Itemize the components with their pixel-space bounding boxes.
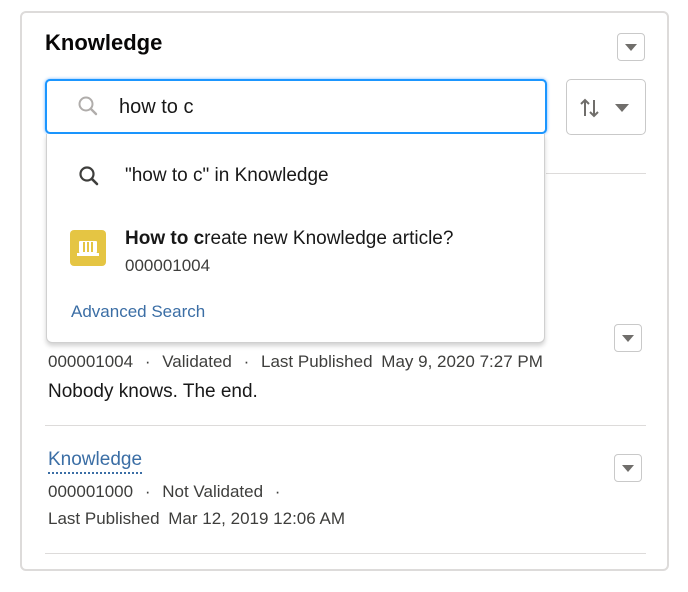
result-published: Last Published Mar 12, 2019 12:06 AM xyxy=(48,509,345,529)
search-option-label: "how to c" in Knowledge xyxy=(125,165,329,186)
result-summary: Nobody knows. The end. xyxy=(48,381,258,402)
result-status: Validated xyxy=(162,352,232,371)
result-published-label: Last Published xyxy=(48,509,160,528)
result-number: 000001004 xyxy=(48,352,134,371)
result-menu-button[interactable] xyxy=(614,324,642,352)
search-icon xyxy=(78,96,98,116)
chevron-down-icon xyxy=(615,104,629,112)
sort-button[interactable] xyxy=(566,79,646,135)
result-menu-button[interactable] xyxy=(614,454,642,482)
separator: · xyxy=(144,482,151,501)
result-published-date: May 9, 2020 7:27 PM xyxy=(381,352,543,371)
result-meta: 000001004 · Validated · Last Published M… xyxy=(48,352,543,372)
card-title: Knowledge xyxy=(45,30,163,55)
article-title-rest: reate new Knowledge article? xyxy=(204,228,454,249)
separator: · xyxy=(144,352,151,371)
divider xyxy=(546,173,646,174)
article-suggestion-number: 000001004 xyxy=(125,256,211,275)
sort-icon xyxy=(580,98,599,118)
result-meta: 000001000 · Not Validated · xyxy=(48,482,287,502)
result-published-date: Mar 12, 2019 12:06 AM xyxy=(168,509,345,528)
advanced-search-link[interactable]: Advanced Search xyxy=(71,302,205,322)
chevron-down-icon xyxy=(622,334,634,342)
search-input-value: how to c xyxy=(119,96,194,118)
result-published-label: Last Published xyxy=(261,352,373,371)
article-suggestion-title: How to create new Knowledge article? xyxy=(125,228,453,250)
result-number: 000001000 xyxy=(48,482,134,501)
search-input[interactable]: how to c xyxy=(45,79,547,134)
search-icon xyxy=(79,166,99,186)
divider xyxy=(45,425,646,426)
result-title-link[interactable]: Knowledge xyxy=(48,449,143,474)
separator: · xyxy=(274,482,281,501)
separator: · xyxy=(243,352,250,371)
result-status: Not Validated xyxy=(162,482,264,501)
article-title-match: How to c xyxy=(125,228,205,249)
chevron-down-icon xyxy=(622,464,634,472)
article-suggestion[interactable]: How to create new Knowledge article? 000… xyxy=(47,218,544,280)
search-in-knowledge-option[interactable]: "how to c" in Knowledge xyxy=(47,154,544,198)
divider xyxy=(45,553,646,554)
search-suggestions-dropdown: "how to c" in Knowledge How to create ne… xyxy=(46,134,545,343)
chevron-down-icon xyxy=(625,43,637,51)
card-menu-button[interactable] xyxy=(617,33,645,61)
knowledge-article-icon xyxy=(70,230,106,266)
